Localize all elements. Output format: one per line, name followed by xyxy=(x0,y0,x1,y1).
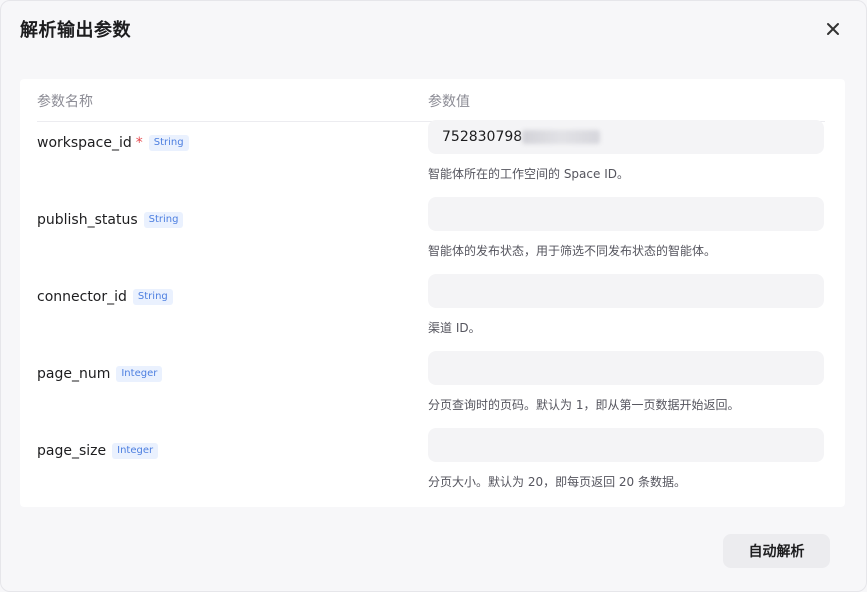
param-name: page_size xyxy=(37,443,107,459)
type-badge: String xyxy=(132,289,173,305)
param-description: 智能体的发布状态，用于筛选不同发布状态的智能体。 xyxy=(428,244,717,258)
auto-parse-button[interactable]: 自动解析 xyxy=(723,534,830,568)
param-value-input[interactable] xyxy=(428,274,824,308)
param-name-cell: page_size Integer xyxy=(37,438,159,464)
header-param-name: 参数名称 xyxy=(37,94,93,110)
table-row: connector_id String 渠道 ID。 xyxy=(20,274,845,361)
param-name: page_num xyxy=(37,366,111,382)
type-badge: String xyxy=(148,135,189,151)
param-name: workspace_id xyxy=(37,135,132,151)
param-name-cell: page_num Integer xyxy=(37,361,163,387)
param-value-input[interactable]: 752830798 xyxy=(428,120,824,154)
param-description: 分页查询时的页码。默认为 1，即从第一页数据开始返回。 xyxy=(428,398,740,412)
masked-value xyxy=(522,130,601,144)
header-param-value: 参数值 xyxy=(428,94,470,110)
param-name-cell: workspace_id * String xyxy=(37,130,189,156)
table-row: publish_status String 智能体的发布状态，用于筛选不同发布状… xyxy=(20,197,845,284)
table-row: page_size Integer 分页大小。默认为 20，即每页返回 20 条… xyxy=(20,428,845,515)
param-name-cell: publish_status String xyxy=(37,207,184,233)
param-value-input[interactable] xyxy=(428,351,824,385)
close-icon xyxy=(827,23,839,35)
param-value-input[interactable] xyxy=(428,428,824,462)
type-badge: Integer xyxy=(112,443,159,459)
param-name: publish_status xyxy=(37,212,138,228)
type-badge: String xyxy=(143,212,184,228)
param-name-cell: connector_id String xyxy=(37,284,173,310)
params-table: 参数名称 参数值 workspace_id * String 752830798… xyxy=(20,79,845,507)
close-button[interactable] xyxy=(822,18,844,40)
parse-output-params-dialog: 解析输出参数 参数名称 参数值 workspace_id * String 75… xyxy=(0,0,867,592)
type-badge: Integer xyxy=(116,366,163,382)
table-header: 参数名称 参数值 xyxy=(37,79,825,122)
param-description: 智能体所在的工作空间的 Space ID。 xyxy=(428,167,629,181)
dialog-title: 解析输出参数 xyxy=(20,20,131,41)
required-marker: * xyxy=(135,135,143,151)
param-description: 渠道 ID。 xyxy=(428,321,481,335)
table-row: page_num Integer 分页查询时的页码。默认为 1，即从第一页数据开… xyxy=(20,351,845,438)
param-value-text: 752830798 xyxy=(442,129,523,145)
param-name: connector_id xyxy=(37,289,127,305)
table-row: workspace_id * String 752830798 智能体所在的工作… xyxy=(20,120,845,207)
param-value-input[interactable] xyxy=(428,197,824,231)
param-description: 分页大小。默认为 20，即每页返回 20 条数据。 xyxy=(428,475,686,489)
